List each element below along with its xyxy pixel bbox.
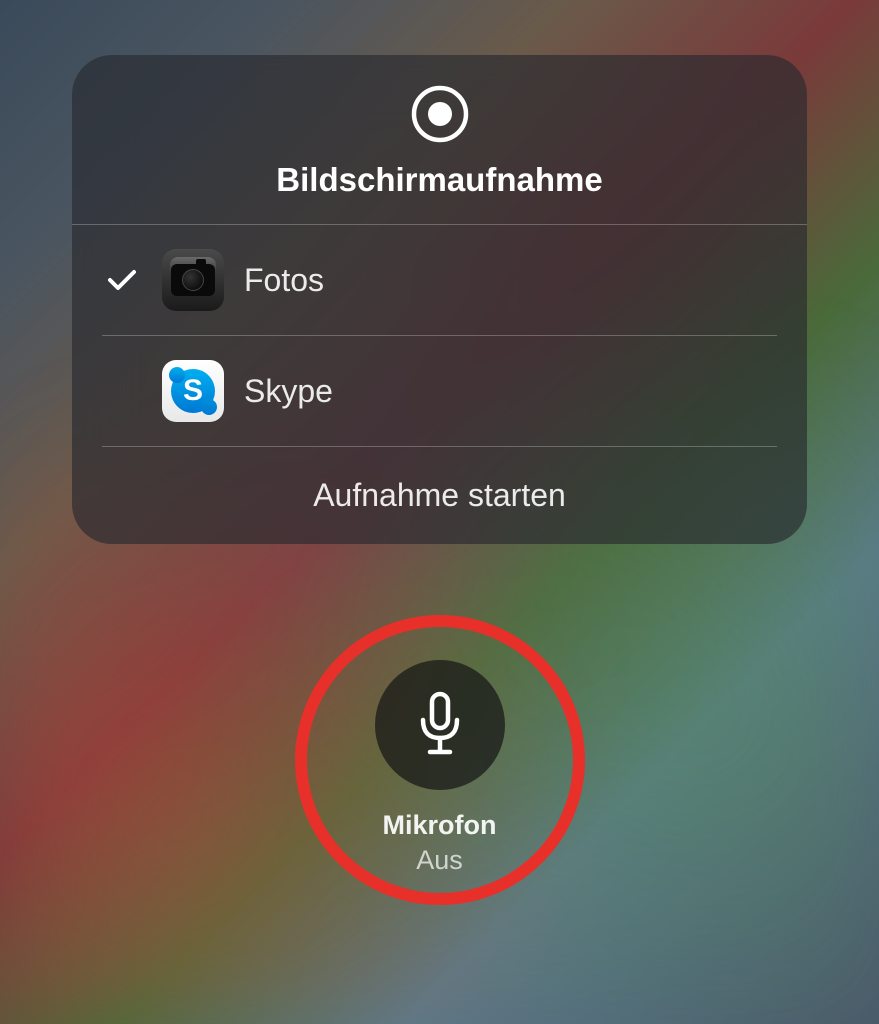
panel-header: Bildschirmaufnahme bbox=[72, 85, 807, 225]
screen-recording-panel: Bildschirmaufnahme Fotos bbox=[72, 55, 807, 544]
skype-app-icon: S bbox=[162, 360, 224, 422]
start-recording-button[interactable]: Aufnahme starten bbox=[72, 447, 807, 544]
app-item-fotos[interactable]: Fotos bbox=[102, 225, 777, 336]
app-item-skype[interactable]: S Skype bbox=[102, 336, 777, 447]
microphone-label: Mikrofon bbox=[383, 810, 497, 841]
start-label: Aufnahme starten bbox=[313, 477, 566, 513]
microphone-toggle-button[interactable] bbox=[375, 660, 505, 790]
checkmark-icon bbox=[107, 268, 137, 292]
app-label: Fotos bbox=[244, 262, 324, 299]
microphone-status: Aus bbox=[416, 845, 463, 876]
microphone-icon bbox=[415, 690, 465, 760]
microphone-section: Mikrofon Aus bbox=[375, 660, 505, 876]
check-column bbox=[102, 268, 142, 292]
photos-app-icon bbox=[162, 249, 224, 311]
panel-title: Bildschirmaufnahme bbox=[276, 161, 602, 199]
record-icon bbox=[411, 85, 469, 143]
app-list: Fotos S Skype bbox=[72, 225, 807, 447]
app-label: Skype bbox=[244, 373, 333, 410]
